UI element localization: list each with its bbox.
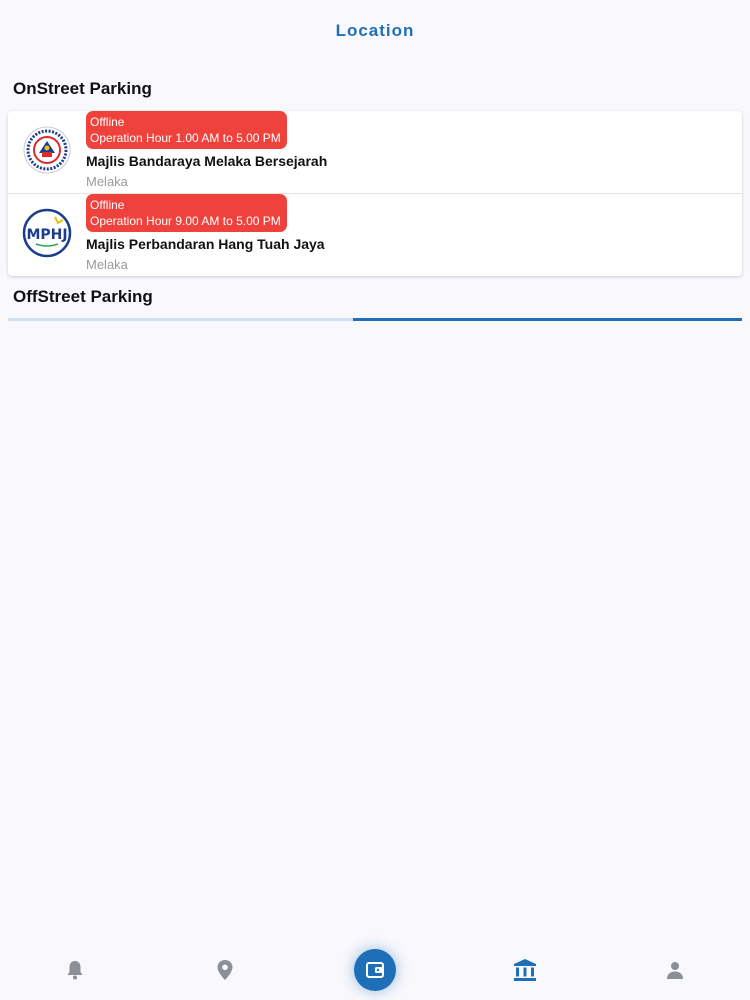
list-item[interactable]: Offline Operation Hour 1.00 AM to 5.00 P… — [8, 111, 742, 193]
onstreet-section-title: OnStreet Parking — [13, 79, 152, 98]
mphtj-logo-text: MPHJ — [26, 227, 67, 243]
nav-profile[interactable] — [645, 950, 705, 990]
loading-progress-bar — [8, 318, 742, 321]
nav-wallet[interactable] — [345, 949, 405, 991]
bottom-navigation — [0, 940, 750, 1000]
offstreet-section-title: OffStreet Parking — [13, 287, 153, 306]
council-state: Melaka — [86, 257, 128, 272]
council-state: Melaka — [86, 174, 128, 189]
nav-location[interactable] — [195, 950, 255, 990]
bell-icon — [67, 961, 83, 980]
operation-hours: Operation Hour 1.00 AM to 5.00 PM — [90, 131, 281, 145]
council-name: Majlis Perbandaran Hang Tuah Jaya — [86, 236, 325, 252]
mphtj-logo: MPHJ — [22, 208, 72, 258]
status-text: Offline — [90, 198, 125, 212]
status-badge: Offline Operation Hour 9.00 AM to 5.00 P… — [86, 194, 287, 232]
nav-locations-bank[interactable] — [495, 950, 555, 990]
council-name: Majlis Bandaraya Melaka Bersejarah — [86, 153, 328, 169]
mbmb-logo — [22, 125, 72, 175]
user-icon — [667, 962, 683, 979]
page-title: Location — [335, 21, 415, 40]
wallet-button[interactable] — [354, 949, 396, 991]
operation-hours: Operation Hour 9.00 AM to 5.00 PM — [90, 214, 281, 228]
loading-progress-fill — [353, 318, 742, 321]
nav-notifications[interactable] — [45, 950, 105, 990]
wallet-icon — [366, 962, 384, 978]
status-badge: Offline Operation Hour 1.00 AM to 5.00 P… — [86, 111, 287, 149]
status-text: Offline — [90, 115, 125, 129]
app-header: Location — [0, 0, 750, 62]
location-pin-icon — [217, 960, 233, 980]
bank-icon — [514, 959, 536, 981]
list-item[interactable]: MPHJ Offline Operation Hour 9.00 AM to 5… — [8, 193, 742, 275]
onstreet-list: Offline Operation Hour 1.00 AM to 5.00 P… — [8, 111, 742, 276]
